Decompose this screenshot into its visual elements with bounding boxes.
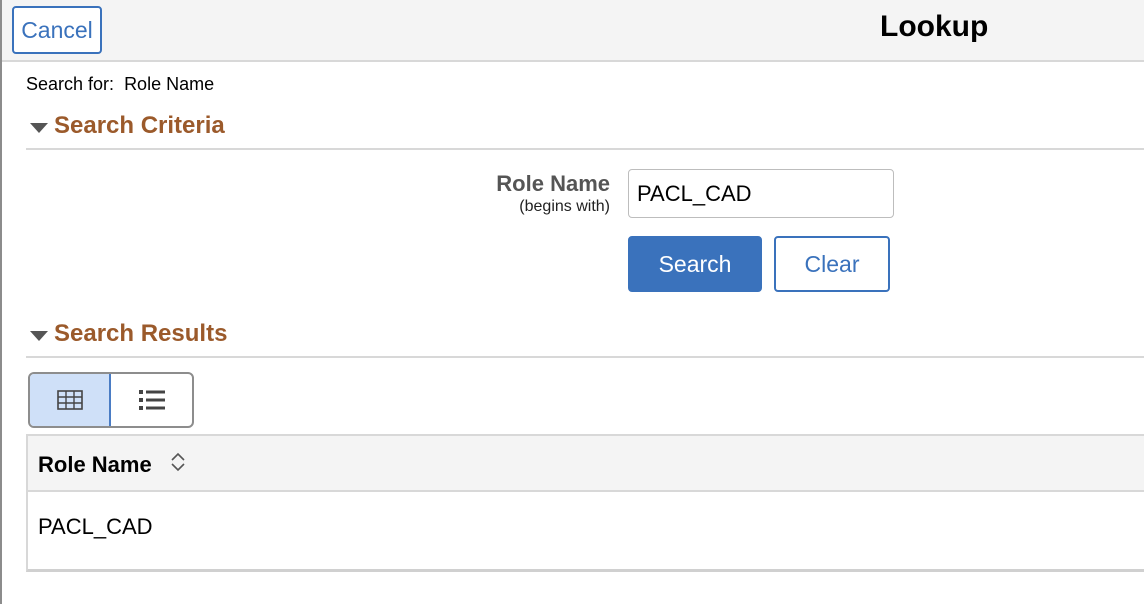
sort-icon[interactable]	[170, 451, 186, 478]
results-grid: Role Name PACL_CAD	[26, 434, 1144, 572]
search-criteria-header[interactable]: Search Criteria	[26, 110, 1144, 150]
role-name-input[interactable]	[628, 169, 894, 218]
cancel-button-label: Cancel	[21, 17, 93, 43]
search-for-field: Role Name	[124, 74, 215, 94]
cancel-button[interactable]: Cancel	[12, 6, 102, 54]
grid-view-icon	[56, 390, 83, 410]
search-button[interactable]: Search	[628, 236, 762, 292]
role-name-label: Role Name (begins with)	[430, 171, 610, 217]
role-name-operator: (begins with)	[519, 198, 610, 215]
search-results-title: Search Results	[54, 320, 228, 347]
search-button-label: Search	[658, 250, 732, 277]
clear-button-label: Clear	[804, 250, 860, 277]
column-header-role-name[interactable]: Role Name	[38, 452, 152, 478]
lookup-header: Cancel Lookup	[2, 0, 1144, 62]
role-name-label-text: Role Name	[496, 171, 610, 196]
collapse-triangle-icon[interactable]	[30, 331, 48, 341]
table-row[interactable]: PACL_CAD	[28, 492, 1144, 569]
list-view-icon	[138, 390, 165, 410]
view-mode-toggle	[28, 372, 194, 428]
grid-header-row: Role Name	[28, 436, 1144, 492]
search-for-text: Search for: Role Name	[26, 74, 214, 95]
window-left-border	[0, 0, 2, 604]
search-results-header[interactable]: Search Results	[26, 318, 1144, 358]
list-view-button[interactable]	[111, 374, 192, 426]
search-for-prefix: Search for:	[26, 74, 115, 94]
page-title: Lookup	[880, 10, 989, 43]
search-criteria-title: Search Criteria	[54, 112, 225, 139]
clear-button[interactable]: Clear	[774, 236, 890, 292]
collapse-triangle-icon[interactable]	[30, 123, 48, 133]
grid-view-button[interactable]	[30, 374, 112, 426]
cell-role-name[interactable]: PACL_CAD	[38, 514, 153, 540]
